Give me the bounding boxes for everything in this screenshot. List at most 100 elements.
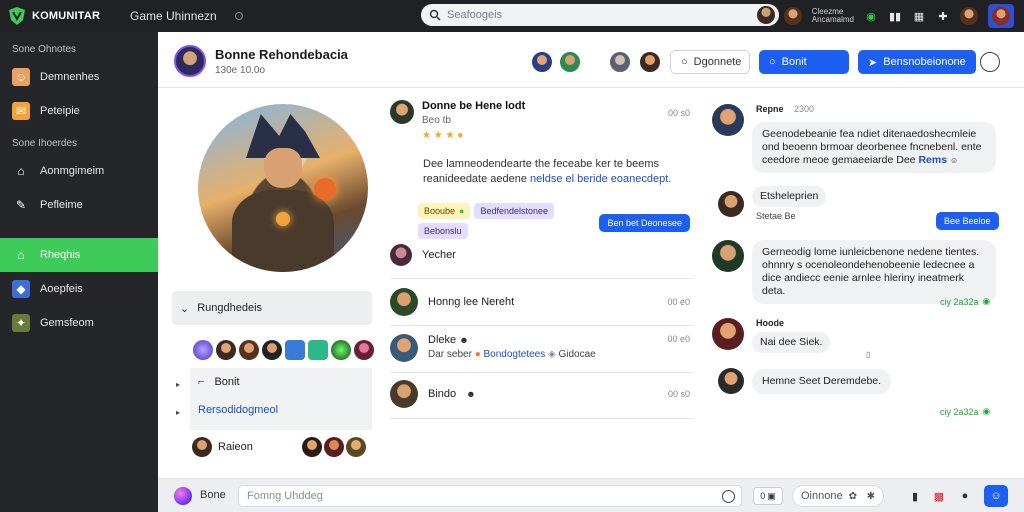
chat-bubble: Etsheleprien — [752, 186, 827, 207]
composer-label: Bone — [200, 489, 226, 501]
hero-gem — [276, 212, 290, 226]
row-avatar — [390, 244, 412, 266]
tag[interactable]: Bebonslu — [418, 223, 468, 239]
chat-pill[interactable]: Bee Beeloe — [936, 212, 999, 230]
sidebar-item-0[interactable]: ☺ Demnenhes — [0, 60, 158, 94]
sidebar-item-5[interactable]: ◆ Aoepfeis — [0, 272, 158, 306]
member-avatar[interactable] — [346, 437, 366, 457]
sidebar-item-3[interactable]: ✎ Pefleime — [0, 188, 158, 222]
chat-time: 2300 — [794, 104, 815, 114]
reply-pill[interactable]: Ben bet Deonesee — [599, 214, 690, 232]
list-item[interactable]: ⌐ Bonit — [190, 368, 372, 396]
profile-avatar — [992, 7, 1010, 25]
search-input[interactable]: Seafoogeis — [447, 9, 502, 21]
member-avatar[interactable] — [608, 50, 632, 74]
send-button[interactable]: ☺ — [984, 485, 1008, 507]
reaction-avatar[interactable] — [262, 340, 282, 360]
reaction-icon[interactable] — [331, 340, 351, 360]
friend-avatar[interactable] — [960, 7, 978, 25]
member-avatar[interactable] — [302, 437, 322, 457]
chat-author: Hoode — [756, 318, 784, 328]
sidebar-item-4[interactable]: ⌂ Rheqhis — [0, 238, 158, 272]
chat-avatar[interactable] — [718, 368, 744, 394]
chat-author-name: Repne — [756, 104, 784, 114]
emoji-icon[interactable] — [722, 490, 735, 503]
pause-icon[interactable]: ▮▮ — [888, 9, 902, 23]
member-avatar[interactable] — [558, 50, 582, 74]
feed-row[interactable]: Yecher — [390, 244, 694, 266]
bar-icon[interactable]: ▮ — [908, 489, 922, 503]
circle-icon: ○ — [681, 56, 688, 68]
top-avatar[interactable] — [783, 7, 802, 25]
feed: Donne be Hene lodt Beo tb ★ ★ ★ ● 00 s0 … — [390, 100, 694, 419]
member-avatar[interactable] — [530, 50, 554, 74]
secondary-button[interactable]: ➤ Bensnobeionone — [858, 50, 976, 74]
tag[interactable]: Bedfendelstonee — [474, 203, 555, 219]
post-avatar[interactable] — [390, 100, 414, 124]
brand-name: KOMUNITAR — [32, 10, 101, 22]
mic-icon[interactable]: ● — [958, 489, 972, 503]
search-avatar[interactable] — [757, 6, 775, 24]
bullet-icon: ▸ — [176, 380, 181, 389]
primary-button[interactable]: ○ Bonit — [759, 50, 849, 74]
row-link[interactable]: Bondogtetees — [484, 349, 546, 360]
emoji-icon: ☻ — [459, 335, 469, 345]
more-icon[interactable] — [980, 52, 1000, 72]
sidebar-item-label: Gemsfeom — [40, 317, 94, 329]
top-bar: KOMUNITAR Game Uhinnezn Seafoogeis Cleez… — [0, 0, 1024, 32]
dot-icon: ● — [459, 206, 465, 216]
member-avatar[interactable] — [324, 437, 344, 457]
sidebar-item-2[interactable]: ⌂ Aonmgimeim — [0, 154, 158, 188]
sidebar-item-1[interactable]: ✉ Peteipie — [0, 94, 158, 128]
row-name: Dleke — [428, 334, 457, 346]
online-icon[interactable]: ◉ — [864, 9, 878, 23]
grid-icon[interactable]: ▦ — [912, 9, 926, 23]
profile-button[interactable] — [988, 4, 1014, 28]
chat-text: Geenodebeanie fea ndiet ditenaedoshecmle… — [762, 128, 982, 166]
gift-icon: ✿ — [848, 490, 857, 502]
tag[interactable]: Booube ● — [418, 203, 471, 219]
row-sub: Dar seber ● Bondogtetees ◈ Gidocae — [428, 349, 596, 360]
chat-avatar[interactable] — [718, 190, 744, 217]
top-actions: Cleezme Ancamalmd ◉ ▮▮ ▦ ✚ — [783, 4, 1014, 28]
list-item[interactable]: Rersodidogmeol — [190, 396, 372, 424]
chat-avatar[interactable] — [712, 318, 744, 350]
record-icon[interactable]: ▩ — [932, 489, 946, 503]
post-author-block: Donne be Hene lodt Beo tb ★ ★ ★ ● — [422, 100, 525, 141]
search-bar[interactable]: Seafoogeis — [421, 4, 779, 26]
post-link[interactable]: neldse el beride eoanecdept. — [530, 173, 671, 185]
counter-button[interactable]: 0 ▣ — [753, 487, 783, 505]
reaction-avatar[interactable] — [239, 340, 259, 360]
chat-avatar[interactable] — [712, 104, 744, 136]
game-title[interactable]: Game Uhinnezn — [130, 9, 217, 23]
sidebar-item-label: Demnenhes — [40, 71, 100, 83]
bottom-left-user[interactable]: Raieon — [192, 437, 253, 457]
game-status-icon — [234, 12, 243, 20]
reaction-avatar[interactable] — [216, 340, 236, 360]
chat-bubble: Hemne Seet Deremdebe. — [752, 368, 892, 394]
options-button[interactable]: ○ Dgonnete — [670, 50, 750, 74]
group-dropdown[interactable]: ⌄ Rungdhedeis — [172, 291, 372, 325]
orb-logo-icon[interactable] — [174, 487, 192, 505]
feed-row[interactable]: Honng lee Nereht 00 e0 — [390, 288, 694, 316]
member-avatar[interactable] — [638, 50, 662, 74]
mode-select[interactable]: Oinnone ✿ ✱ — [792, 485, 884, 507]
sidebar-item-6[interactable]: ✦ Gemsfeom — [0, 306, 158, 340]
puzzle-icon[interactable]: ✚ — [936, 9, 950, 23]
row-label: Bindo — [428, 388, 457, 400]
header-avatar[interactable] — [174, 45, 206, 77]
options-label: Dgonnete — [693, 56, 742, 68]
sidebar-section-1: Sone Ohnotes — [12, 44, 76, 55]
chat-avatar[interactable] — [712, 240, 744, 272]
chat-indicator-icon: ▯ — [866, 350, 871, 359]
shield-icon[interactable] — [285, 340, 305, 360]
reaction-icon[interactable] — [193, 340, 213, 360]
feed-row[interactable]: Dleke ☻ Dar seber ● Bondogtetees ◈ Gidoc… — [390, 334, 694, 362]
chat-link[interactable]: Rems — [918, 154, 947, 166]
hero-armor — [232, 190, 334, 272]
reaction-avatar[interactable] — [354, 340, 374, 360]
feed-row[interactable]: Bindo ☻ 00 s0 — [390, 380, 694, 408]
leaf-icon[interactable] — [308, 340, 328, 360]
message-input[interactable]: Fomng Uhddeg — [238, 485, 742, 507]
post-author[interactable]: Donne be Hene lodt — [422, 100, 525, 112]
